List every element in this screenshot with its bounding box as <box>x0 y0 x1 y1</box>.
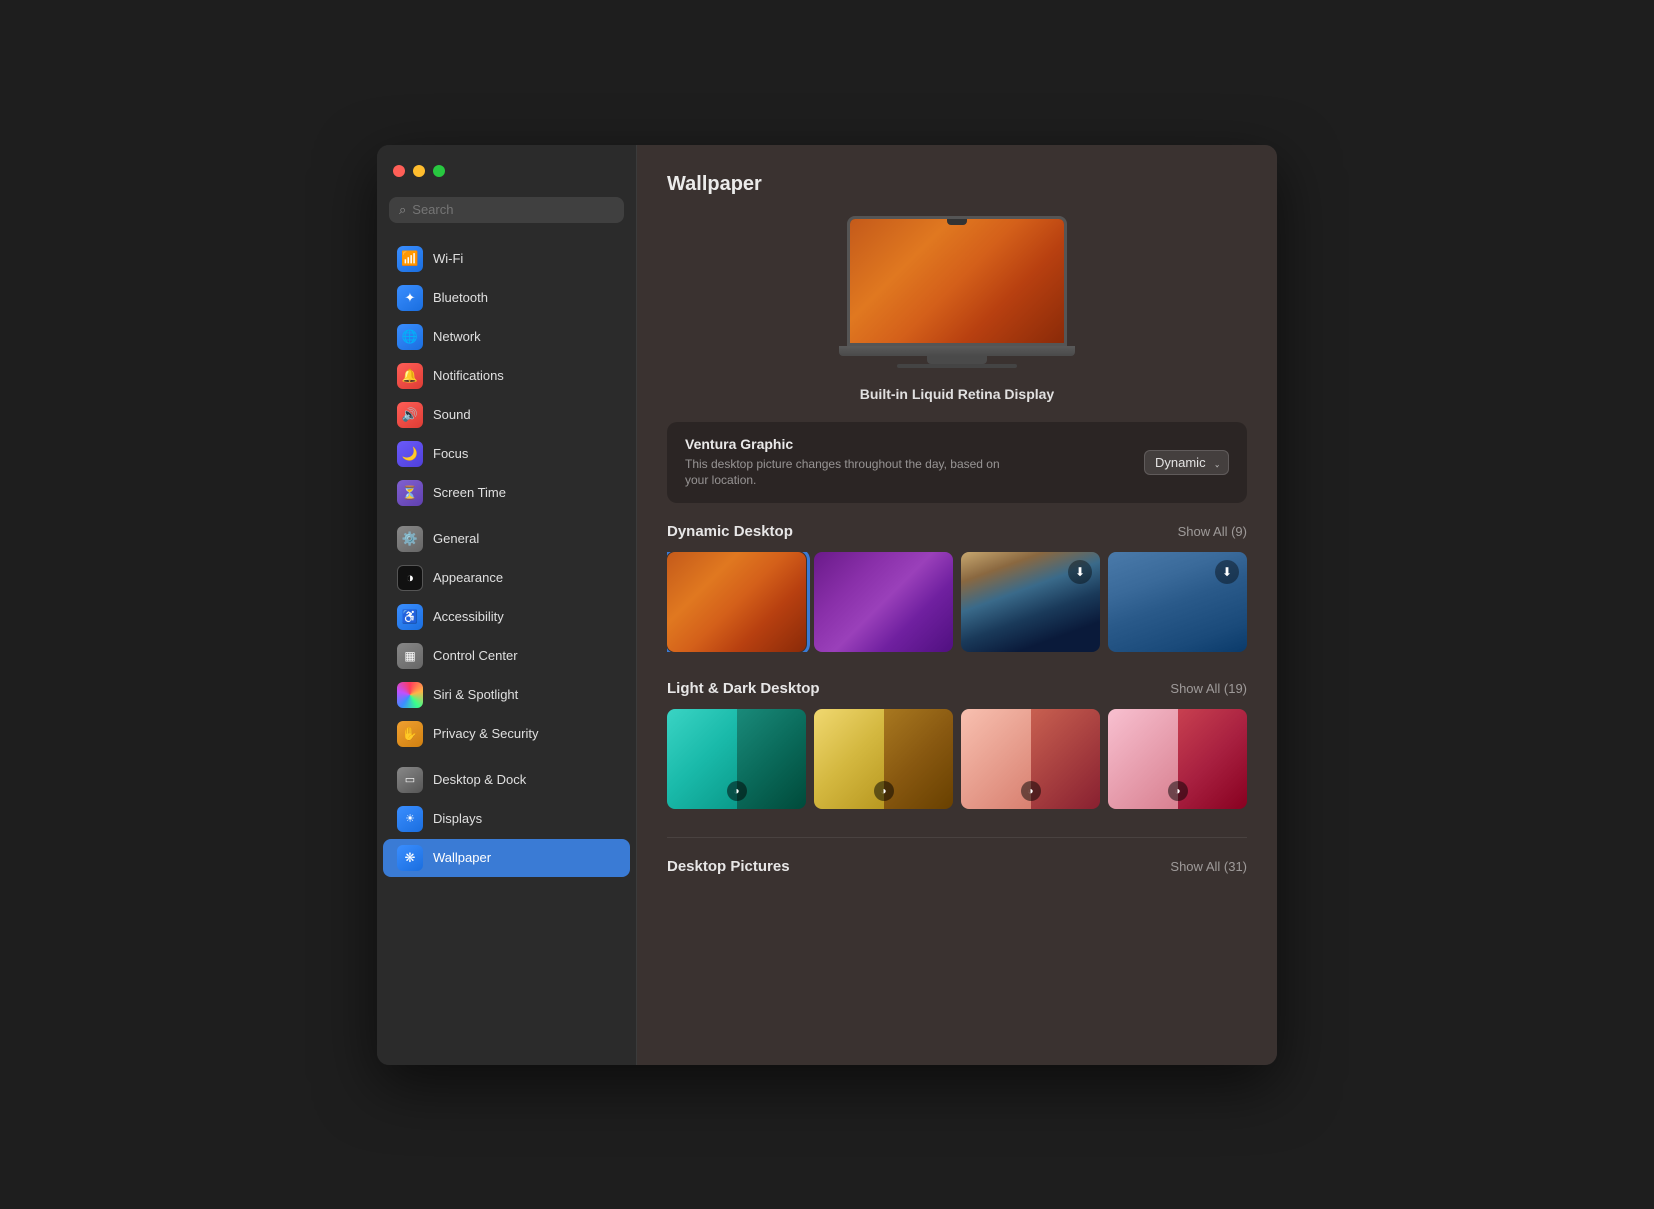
laptop-wallpaper-preview <box>850 219 1064 343</box>
wallpaper-thumb-ventura-orange[interactable] <box>667 552 806 652</box>
sidebar-item-sound[interactable]: 🔊 Sound <box>383 396 630 434</box>
dynamic-desktop-section-header: Dynamic Desktop Show All (9) <box>667 523 1247 540</box>
minimize-button[interactable] <box>413 165 425 177</box>
download-cloud-icon-2: ⬇ <box>1215 560 1239 584</box>
dynamic-desktop-grid: ⬇ ⬇ <box>667 552 1247 652</box>
light-dark-section-header: Light & Dark Desktop Show All (19) <box>667 680 1247 697</box>
wallpaper-thumb-rose[interactable]: ◑ <box>1108 709 1247 809</box>
half-circle-icon-peach: ◑ <box>1021 781 1041 801</box>
sidebar-item-notifications[interactable]: 🔔 Notifications <box>383 357 630 395</box>
download-cloud-icon: ⬇ <box>1068 560 1092 584</box>
sidebar-item-wifi[interactable]: 📶 Wi-Fi <box>383 240 630 278</box>
title-bar <box>377 145 636 197</box>
page-title: Wallpaper <box>667 173 1247 196</box>
sidebar-item-desktop-dock[interactable]: ▭ Desktop & Dock <box>383 761 630 799</box>
wallpaper-thumb-teal[interactable]: ◑ <box>667 709 806 809</box>
wallpaper-mode-wrapper: Dynamic Light Dark <box>1144 450 1229 475</box>
laptop-notch <box>947 219 967 225</box>
bluetooth-icon: ✦ <box>397 285 423 311</box>
appearance-icon: ◑ <box>397 565 423 591</box>
wallpaper-info-left: Ventura Graphic This desktop picture cha… <box>685 436 1005 490</box>
control-center-icon: ▦ <box>397 643 423 669</box>
light-dark-grid: ◑ ◑ ◑ ◑ <box>667 709 1247 809</box>
wallpaper-image-ventura-orange <box>667 552 806 652</box>
half-circle-icon: ◑ <box>727 781 747 801</box>
sidebar-item-appearance[interactable]: ◑ Appearance <box>383 559 630 597</box>
desktop-pictures-section-header: Desktop Pictures Show All (31) <box>667 858 1247 875</box>
sound-icon: 🔊 <box>397 402 423 428</box>
wallpaper-split-right <box>737 709 807 809</box>
dynamic-desktop-title: Dynamic Desktop <box>667 523 793 540</box>
search-bar[interactable]: ⌕ <box>389 197 624 223</box>
laptop-stand <box>927 356 987 364</box>
wifi-icon: 📶 <box>397 246 423 272</box>
wallpaper-name: Ventura Graphic <box>685 436 1005 452</box>
display-name: Built-in Liquid Retina Display <box>860 386 1054 402</box>
sidebar-item-accessibility[interactable]: ♿ Accessibility <box>383 598 630 636</box>
general-icon: ⚙️ <box>397 526 423 552</box>
sidebar-item-network[interactable]: 🌐 Network <box>383 318 630 356</box>
siri-icon <box>397 682 423 708</box>
focus-icon: 🌙 <box>397 441 423 467</box>
screen-time-icon: ⏳ <box>397 480 423 506</box>
half-circle-icon-gold: ◑ <box>874 781 894 801</box>
system-settings-window: ⌕ 📶 Wi-Fi ✦ Bluetooth 🌐 <box>377 145 1277 1065</box>
light-dark-show-all[interactable]: Show All (19) <box>1170 681 1247 696</box>
notifications-icon: 🔔 <box>397 363 423 389</box>
laptop-preview <box>847 216 1067 368</box>
laptop-foot <box>897 364 1017 368</box>
sidebar-item-displays[interactable]: ☀ Displays <box>383 800 630 838</box>
privacy-icon: ✋ <box>397 721 423 747</box>
wallpaper-thumb-gold[interactable]: ◑ <box>814 709 953 809</box>
displays-icon: ☀ <box>397 806 423 832</box>
wallpaper-split-right-rose <box>1178 709 1248 809</box>
wallpaper-split-right-gold <box>884 709 954 809</box>
laptop-screen <box>847 216 1067 346</box>
maximize-button[interactable] <box>433 165 445 177</box>
search-input[interactable] <box>412 202 614 217</box>
search-icon: ⌕ <box>399 202 406 218</box>
wallpaper-thumb-peach[interactable]: ◑ <box>961 709 1100 809</box>
wallpaper-description: This desktop picture changes throughout … <box>685 456 1005 490</box>
sidebar-item-general[interactable]: ⚙️ General <box>383 520 630 558</box>
sidebar-item-siri[interactable]: Siri & Spotlight <box>383 676 630 714</box>
sidebar-item-focus[interactable]: 🌙 Focus <box>383 435 630 473</box>
sidebar-item-bluetooth[interactable]: ✦ Bluetooth <box>383 279 630 317</box>
wallpaper-thumb-catalina-mtn[interactable]: ⬇ <box>961 552 1100 652</box>
wallpaper-info-box: Ventura Graphic This desktop picture cha… <box>667 422 1247 504</box>
wallpaper-icon: ❋ <box>397 845 423 871</box>
desktop-dock-icon: ▭ <box>397 767 423 793</box>
display-preview: Built-in Liquid Retina Display <box>667 216 1247 402</box>
laptop-base <box>839 346 1075 356</box>
sidebar-item-control-center[interactable]: ▦ Control Center <box>383 637 630 675</box>
wallpaper-image-ventura-purple <box>814 552 953 652</box>
sidebar-item-screen-time[interactable]: ⏳ Screen Time <box>383 474 630 512</box>
sidebar: ⌕ 📶 Wi-Fi ✦ Bluetooth 🌐 <box>377 145 637 1065</box>
accessibility-icon: ♿ <box>397 604 423 630</box>
sidebar-list: 📶 Wi-Fi ✦ Bluetooth 🌐 Network <box>377 235 636 1065</box>
dynamic-desktop-show-all[interactable]: Show All (9) <box>1178 524 1247 539</box>
wallpaper-split-right-peach <box>1031 709 1101 809</box>
half-circle-icon-rose: ◑ <box>1168 781 1188 801</box>
network-icon: 🌐 <box>397 324 423 350</box>
main-content: Wallpaper Built-in Liquid Retina Display… <box>637 145 1277 1065</box>
desktop-pictures-show-all[interactable]: Show All (31) <box>1170 859 1247 874</box>
light-dark-title: Light & Dark Desktop <box>667 680 820 697</box>
sidebar-item-wallpaper[interactable]: ❋ Wallpaper <box>383 839 630 877</box>
sidebar-item-privacy[interactable]: ✋ Privacy & Security <box>383 715 630 753</box>
wallpaper-thumb-ventura-purple[interactable] <box>814 552 953 652</box>
close-button[interactable] <box>393 165 405 177</box>
wallpaper-thumb-catalina-sea[interactable]: ⬇ <box>1108 552 1247 652</box>
wallpaper-mode-select[interactable]: Dynamic Light Dark <box>1144 450 1229 475</box>
section-divider <box>667 837 1247 838</box>
desktop-pictures-title: Desktop Pictures <box>667 858 790 875</box>
